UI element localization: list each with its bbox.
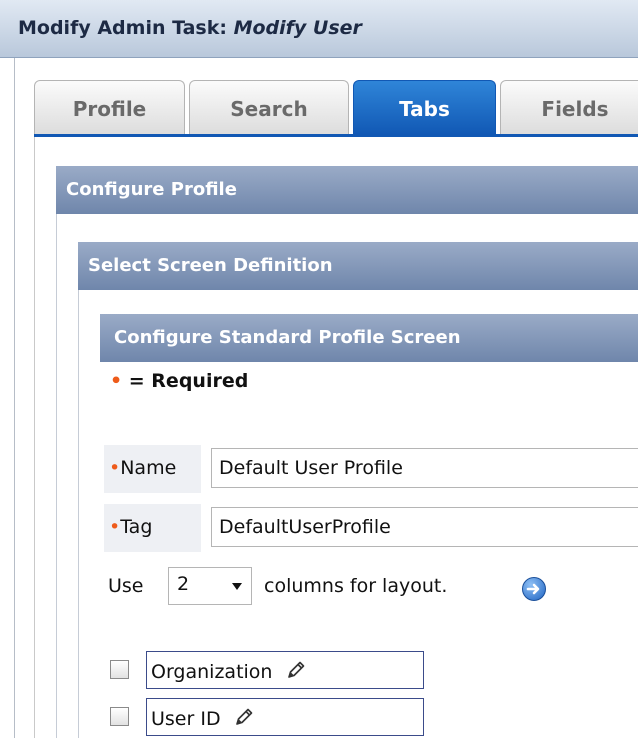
configure-profile-panel (56, 214, 57, 738)
tag-label: •Tag (104, 504, 201, 552)
go-arrow-icon[interactable] (522, 577, 546, 601)
user-id-checkbox[interactable] (110, 707, 129, 726)
tag-input[interactable] (211, 507, 638, 547)
pencil-icon[interactable] (285, 659, 307, 686)
title-prefix: Modify Admin Task: (18, 17, 234, 39)
tag-label-text: Tag (120, 516, 153, 538)
tag-required-marker: • (109, 516, 121, 538)
standard-screen-header: Configure Standard Profile Screen (100, 314, 638, 362)
organization-field-box[interactable]: Organization (146, 651, 424, 689)
tab-fields[interactable]: Fields (500, 80, 638, 135)
name-input[interactable] (211, 448, 638, 488)
organization-label: Organization (151, 661, 273, 683)
name-label-text: Name (120, 457, 177, 479)
select-screen-header: Select Screen Definition (78, 242, 638, 290)
configure-profile-header: Configure Profile (56, 166, 638, 214)
layout-suffix: columns for layout. (264, 575, 448, 597)
columns-value: 2 (177, 573, 190, 595)
tab-tabs[interactable]: Tabs (353, 80, 496, 135)
required-marker: • (110, 370, 123, 392)
organization-checkbox[interactable] (110, 660, 129, 679)
user-id-label: User ID (151, 708, 221, 730)
user-id-field-box[interactable]: User ID (146, 698, 424, 736)
layout-prefix: Use (108, 575, 144, 597)
name-required-marker: • (109, 457, 121, 479)
select-screen-panel (78, 290, 79, 738)
tab-profile[interactable]: Profile (34, 80, 185, 135)
required-text: = Required (122, 370, 249, 392)
columns-select[interactable]: 2 (168, 567, 252, 605)
name-label: •Name (104, 445, 201, 493)
chevron-down-icon (232, 583, 242, 590)
title-italic: Modify User (233, 17, 362, 39)
required-legend: • = Required (110, 370, 248, 392)
tab-content-panel (34, 137, 638, 738)
frame-border (14, 58, 15, 738)
tab-search[interactable]: Search (189, 80, 349, 135)
pencil-icon[interactable] (233, 706, 255, 733)
window-title: Modify Admin Task: Modify User (0, 0, 638, 58)
